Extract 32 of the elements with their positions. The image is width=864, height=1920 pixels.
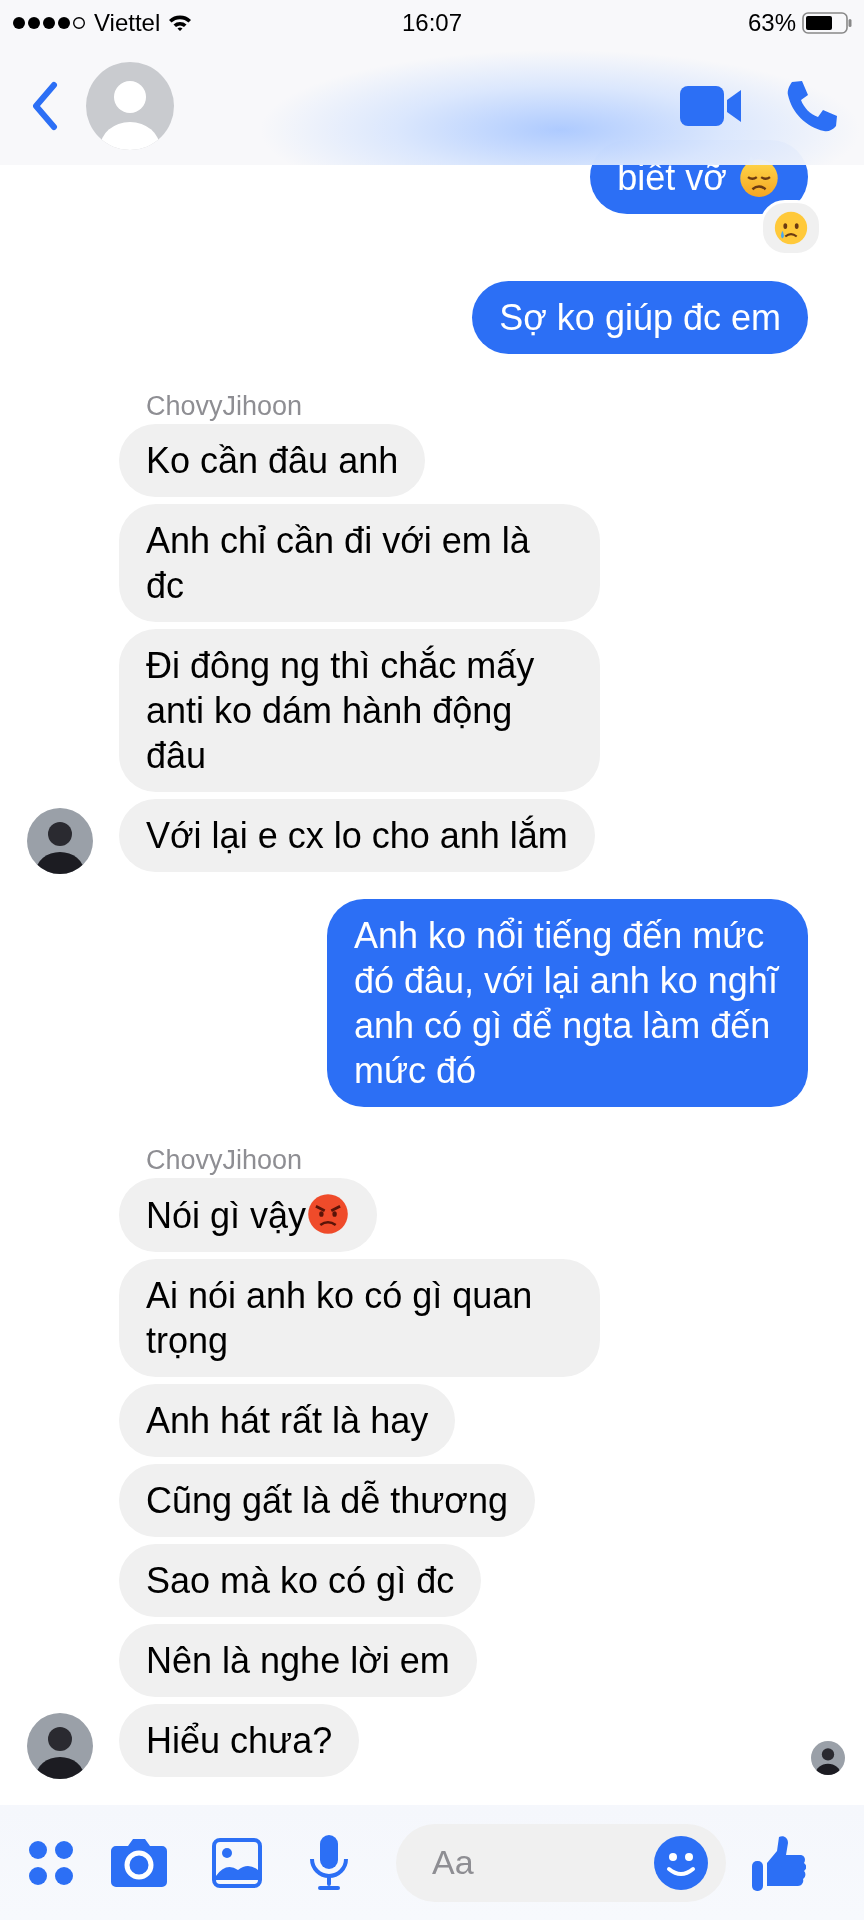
crying-face-icon bbox=[772, 209, 810, 247]
apps-icon[interactable] bbox=[28, 1839, 74, 1886]
message-text: Anh ko nổi tiếng đến mức đó đâu, với lại anh ko nghĩ anh có gì để ngta làm đến mức đó bbox=[354, 915, 778, 1091]
message-text: Nên là nghe lời em bbox=[146, 1640, 450, 1681]
smiley-icon[interactable] bbox=[654, 1835, 708, 1890]
back-chevron-icon[interactable] bbox=[30, 80, 60, 131]
battery-icon bbox=[802, 12, 852, 34]
microphone-icon[interactable] bbox=[308, 1834, 350, 1891]
message-text: Ai nói anh ko có gì quan trọng bbox=[146, 1275, 533, 1361]
carrier-name: Viettel bbox=[94, 9, 161, 37]
sender-name: ChovyJihoon bbox=[146, 1145, 303, 1175]
message-text: Đi đông ng thì chắc mấy anti ko dám hành động đâu bbox=[146, 645, 535, 776]
image-icon[interactable] bbox=[212, 1837, 262, 1888]
message-text: Với lại e cx lo cho anh lắm bbox=[146, 815, 568, 856]
clock-time: 16:07 bbox=[401, 9, 463, 37]
sender-name: ChovyJihoon bbox=[146, 391, 303, 421]
wifi-icon bbox=[168, 14, 193, 32]
camera-icon[interactable] bbox=[110, 1837, 168, 1888]
thumbs-up-icon[interactable] bbox=[752, 1834, 806, 1891]
message-text: Sợ ko giúp đc em bbox=[499, 297, 781, 338]
message-text: Ko cần đâu anh bbox=[146, 440, 399, 481]
message-text: Anh hát rất là hay bbox=[146, 1400, 429, 1441]
message-text: Cũng gất là dễ thương bbox=[146, 1480, 508, 1521]
video-camera-icon[interactable] bbox=[680, 84, 742, 127]
message-text: Hiểu chưa? bbox=[146, 1720, 333, 1761]
message-text: Anh chỉ cần đi với em là đc bbox=[146, 520, 530, 606]
message-text: Sao mà ko có gì đc bbox=[146, 1560, 455, 1601]
angry-face-icon bbox=[306, 1192, 351, 1236]
message-text: Nói gì vậy bbox=[146, 1195, 307, 1236]
signal-icon bbox=[12, 16, 86, 30]
message-input-field[interactable]: Aa bbox=[396, 1823, 726, 1902]
battery-percent: 63% bbox=[747, 9, 796, 37]
